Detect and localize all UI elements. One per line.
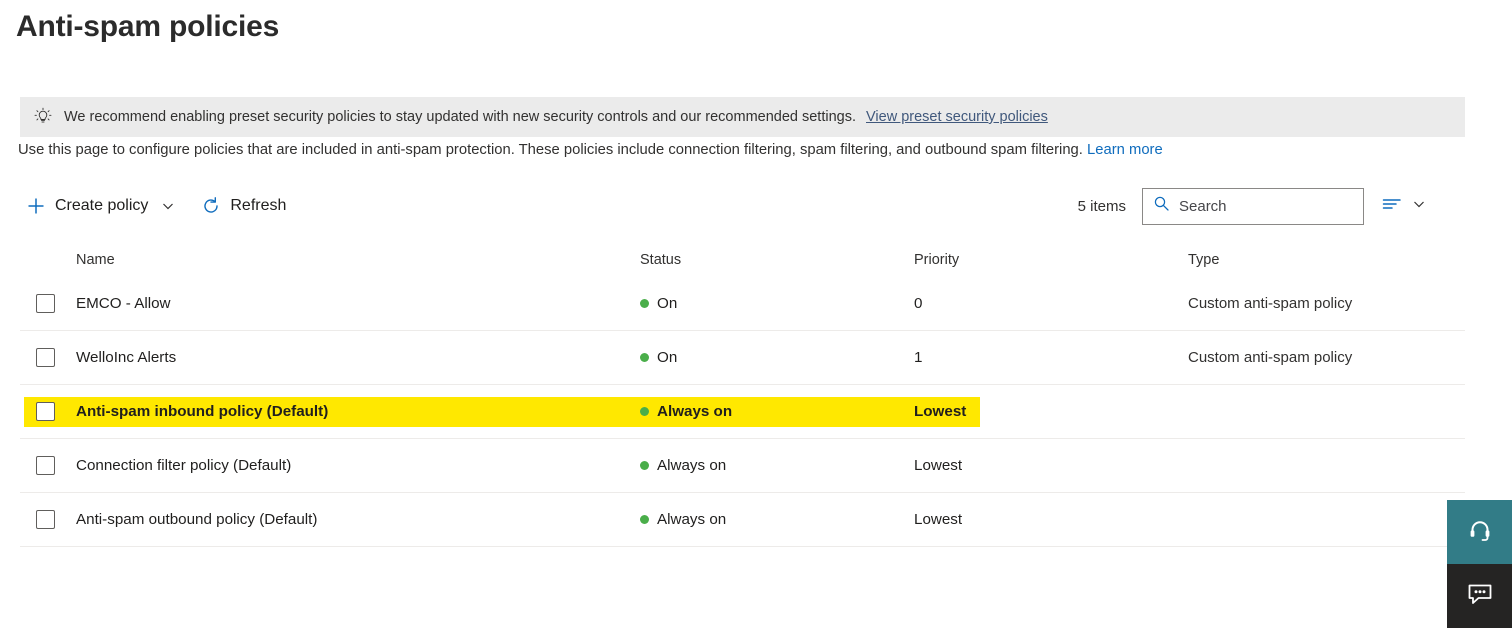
- cell-status: Always on: [640, 403, 914, 420]
- column-header-priority[interactable]: Priority: [914, 252, 1188, 268]
- support-button[interactable]: [1447, 500, 1512, 564]
- page-description: Use this page to configure policies that…: [18, 142, 1163, 158]
- cell-name: Anti-spam outbound policy (Default): [76, 511, 640, 528]
- status-badge: On: [640, 349, 677, 366]
- status-label: Always on: [657, 511, 727, 528]
- status-badge: Always on: [640, 403, 732, 420]
- chevron-down-icon[interactable]: [161, 199, 175, 213]
- list-options-icon: [1382, 196, 1402, 217]
- status-dot-icon: [640, 407, 649, 416]
- feedback-chat-icon: [1466, 581, 1494, 612]
- status-label: Always on: [657, 457, 727, 474]
- row-checkbox-cell: [20, 456, 76, 475]
- row-checkbox-cell: [20, 510, 76, 529]
- policy-name[interactable]: Connection filter policy (Default): [76, 457, 291, 474]
- page-title: Anti-spam policies: [16, 10, 280, 43]
- column-header-type[interactable]: Type: [1188, 252, 1465, 268]
- type-value: Custom anti-spam policy: [1188, 295, 1353, 312]
- status-dot-icon: [640, 353, 649, 362]
- policy-name[interactable]: WelloInc Alerts: [76, 349, 176, 366]
- table-row[interactable]: Anti-spam outbound policy (Default) Alwa…: [20, 493, 1465, 547]
- create-policy-button[interactable]: Create policy: [24, 189, 177, 223]
- cell-status: On: [640, 295, 914, 312]
- command-bar: Create policy Refresh 5 items Search: [0, 184, 1470, 228]
- row-checkbox-cell: [20, 294, 76, 313]
- column-header-status[interactable]: Status: [640, 252, 914, 268]
- cell-priority: Lowest: [914, 403, 1188, 420]
- row-checkbox-cell: [20, 348, 76, 367]
- search-input[interactable]: Search: [1142, 187, 1364, 225]
- status-label: Always on: [657, 403, 733, 420]
- policy-name[interactable]: EMCO - Allow: [76, 295, 171, 312]
- cell-type: Custom anti-spam policy: [1188, 349, 1465, 366]
- column-header-name[interactable]: Name: [76, 252, 640, 268]
- cell-status: On: [640, 349, 914, 366]
- cell-status: Always on: [640, 457, 914, 474]
- status-dot-icon: [640, 299, 649, 308]
- row-checkbox-cell: [20, 402, 76, 421]
- refresh-icon: [201, 196, 221, 216]
- search-placeholder: Search: [1179, 197, 1227, 215]
- cell-name: Anti-spam inbound policy (Default): [76, 403, 640, 420]
- cell-name: Connection filter policy (Default): [76, 457, 640, 474]
- priority-value: Lowest: [914, 511, 963, 528]
- create-policy-label: Create policy: [55, 197, 149, 214]
- policy-name[interactable]: Anti-spam inbound policy (Default): [76, 403, 328, 420]
- priority-value: Lowest: [914, 457, 963, 474]
- cell-type: Custom anti-spam policy: [1188, 295, 1465, 312]
- table-row[interactable]: EMCO - Allow On 0 Custom anti-spam polic…: [20, 277, 1465, 331]
- anti-spam-policies-page: Anti-spam policies We recommend enabling…: [0, 0, 1512, 628]
- cell-priority: 0: [914, 295, 1188, 312]
- lightbulb-icon: [32, 106, 54, 128]
- command-bar-left: Create policy Refresh: [24, 184, 288, 228]
- status-dot-icon: [640, 515, 649, 524]
- table-row[interactable]: WelloInc Alerts On 1 Custom anti-spam po…: [20, 331, 1465, 385]
- priority-value: 1: [914, 349, 923, 366]
- learn-more-link[interactable]: Learn more: [1087, 142, 1163, 158]
- status-badge: Always on: [640, 511, 726, 528]
- view-preset-security-policies-link[interactable]: View preset security policies: [866, 109, 1048, 125]
- status-dot-icon: [640, 461, 649, 470]
- refresh-button[interactable]: Refresh: [199, 189, 288, 223]
- row-checkbox[interactable]: [36, 402, 55, 421]
- chevron-down-icon[interactable]: [1412, 197, 1426, 216]
- command-bar-right: 5 items Search: [1078, 184, 1426, 228]
- priority-value: 0: [914, 295, 923, 312]
- status-label: On: [657, 349, 678, 366]
- policies-table: Name Status Priority Type EMCO - Allow O…: [20, 243, 1465, 547]
- plus-icon: [26, 196, 46, 216]
- row-checkbox[interactable]: [36, 510, 55, 529]
- status-label: On: [657, 295, 678, 312]
- recommendation-banner: We recommend enabling preset security po…: [20, 97, 1465, 137]
- table-row[interactable]: Connection filter policy (Default) Alway…: [20, 439, 1465, 493]
- banner-text: We recommend enabling preset security po…: [64, 109, 856, 125]
- row-checkbox[interactable]: [36, 294, 55, 313]
- cell-priority: 1: [914, 349, 1188, 366]
- policy-name[interactable]: Anti-spam outbound policy (Default): [76, 511, 317, 528]
- priority-value: Lowest: [914, 403, 967, 420]
- search-icon: [1153, 195, 1170, 217]
- status-badge: Always on: [640, 457, 726, 474]
- cell-name: WelloInc Alerts: [76, 349, 640, 366]
- refresh-label: Refresh: [230, 197, 287, 214]
- headset-icon: [1467, 517, 1493, 548]
- items-count: 5 items: [1077, 197, 1126, 215]
- table-header-row: Name Status Priority Type: [20, 243, 1465, 277]
- cell-priority: Lowest: [914, 457, 1188, 474]
- cell-name: EMCO - Allow: [76, 295, 640, 312]
- feedback-button[interactable]: [1447, 564, 1512, 628]
- list-options-button[interactable]: [1382, 196, 1426, 217]
- type-value: Custom anti-spam policy: [1188, 349, 1353, 366]
- row-checkbox[interactable]: [36, 456, 55, 475]
- floating-action-stack: [1447, 500, 1512, 628]
- page-description-text: Use this page to configure policies that…: [18, 142, 1083, 158]
- cell-status: Always on: [640, 511, 914, 528]
- status-badge: On: [640, 295, 677, 312]
- cell-priority: Lowest: [914, 511, 1188, 528]
- row-checkbox[interactable]: [36, 348, 55, 367]
- table-row[interactable]: Anti-spam inbound policy (Default) Alway…: [20, 385, 1465, 439]
